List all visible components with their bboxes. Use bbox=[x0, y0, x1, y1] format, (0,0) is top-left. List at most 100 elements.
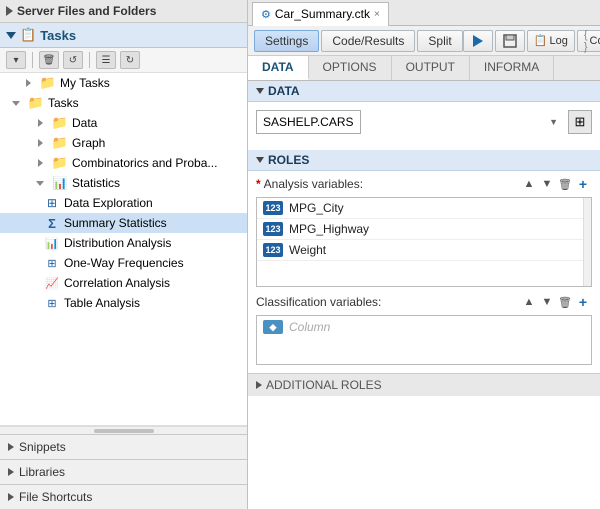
code-btn[interactable]: { } Code bbox=[577, 30, 600, 52]
tasks-folder-icon: 📁 bbox=[28, 95, 44, 111]
tree-comb-label: Combinatorics and Proba... bbox=[72, 156, 217, 170]
data-section: SASHELP.CARS ⊞ bbox=[248, 102, 600, 150]
analysis-move-down-btn[interactable]: ▼ bbox=[538, 175, 556, 193]
content-tabs: DATA OPTIONS OUTPUT INFORMA bbox=[248, 56, 600, 81]
tasks-tree-label: Tasks bbox=[48, 96, 79, 110]
settings-btn[interactable]: Settings bbox=[254, 30, 319, 52]
server-files-expand-icon bbox=[6, 6, 13, 16]
tasks-header[interactable]: 📋 Tasks bbox=[0, 23, 247, 48]
tab-information[interactable]: INFORMA bbox=[470, 56, 554, 80]
class-move-up-btn[interactable]: ▲ bbox=[520, 293, 538, 311]
tree-correlation[interactable]: 📈 Correlation Analysis bbox=[0, 273, 247, 293]
class-delete-btn[interactable]: 🗑 bbox=[556, 293, 574, 311]
libraries-section[interactable]: Libraries bbox=[0, 459, 247, 484]
analysis-add-btn[interactable]: + bbox=[574, 175, 592, 193]
mpg-highway-badge: 123 bbox=[263, 222, 283, 236]
summary-stats-icon: Σ bbox=[44, 215, 60, 231]
analysis-variables-section: * Analysis variables: ▲ ▼ 🗑 + 123 MPG_Ci… bbox=[248, 171, 600, 287]
tab-close-btn[interactable]: × bbox=[374, 9, 380, 20]
dataset-grid-btn[interactable]: ⊞ bbox=[568, 110, 592, 134]
class-placeholder-item: ◆ Column bbox=[257, 316, 591, 338]
classification-var-header: Classification variables: ▲ ▼ 🗑 + bbox=[248, 289, 600, 313]
classification-variable-list: ◆ Column bbox=[256, 315, 592, 365]
weight-badge: 123 bbox=[263, 243, 283, 257]
data-expand-icon bbox=[32, 115, 48, 131]
tree-data[interactable]: 📁 Data bbox=[0, 113, 247, 133]
server-files-header[interactable]: Server Files and Folders bbox=[0, 0, 247, 23]
tasks-label: Tasks bbox=[40, 28, 76, 43]
tab-options[interactable]: OPTIONS bbox=[309, 56, 392, 80]
car-summary-tab[interactable]: ⚙ Car_Summary.ctk × bbox=[252, 2, 389, 26]
toolbar-history-btn[interactable]: ↻ bbox=[120, 51, 140, 69]
tree-statistics[interactable]: 📊 Statistics bbox=[0, 173, 247, 193]
data-folder-icon: 📁 bbox=[52, 115, 68, 131]
roles-section-expand-icon bbox=[256, 157, 264, 163]
libraries-expand-icon bbox=[8, 468, 14, 476]
tasks-expand-icon bbox=[6, 32, 16, 39]
file-shortcuts-section[interactable]: File Shortcuts bbox=[0, 484, 247, 509]
run-icon-btn[interactable] bbox=[463, 30, 493, 52]
tree-combinatorics[interactable]: 📁 Combinatorics and Proba... bbox=[0, 153, 247, 173]
tree-data-exploration[interactable]: ⊞ Data Exploration bbox=[0, 193, 247, 213]
tree-data-exploration-label: Data Exploration bbox=[64, 196, 153, 210]
variable-mpg-highway[interactable]: 123 MPG_Highway bbox=[257, 219, 591, 240]
right-panel: ⚙ Car_Summary.ctk × Settings Code/Result… bbox=[248, 0, 600, 509]
left-panel: Server Files and Folders 📋 Tasks ▾ 🗑 ↺ ☰… bbox=[0, 0, 248, 509]
tree-data-label: Data bbox=[72, 116, 97, 130]
comb-expand-icon bbox=[32, 155, 48, 171]
toolbar-dropdown-btn[interactable]: ▾ bbox=[6, 51, 26, 69]
tree-my-tasks[interactable]: 📁 My Tasks bbox=[0, 73, 247, 93]
tree-distribution-label: Distribution Analysis bbox=[64, 236, 171, 250]
analysis-var-label: Analysis variables: bbox=[264, 177, 363, 191]
variable-mpg-city[interactable]: 123 MPG_City bbox=[257, 198, 591, 219]
variable-weight[interactable]: 123 Weight bbox=[257, 240, 591, 261]
log-btn[interactable]: 📋 Log bbox=[527, 30, 575, 52]
tree-graph[interactable]: 📁 Graph bbox=[0, 133, 247, 153]
classification-var-label: Classification variables: bbox=[256, 295, 381, 309]
file-shortcuts-expand-icon bbox=[8, 493, 14, 501]
weight-name: Weight bbox=[289, 243, 326, 257]
table-analysis-icon: ⊞ bbox=[44, 295, 60, 311]
save-icon-btn[interactable] bbox=[495, 30, 525, 52]
code-results-btn[interactable]: Code/Results bbox=[321, 30, 415, 52]
data-section-header[interactable]: DATA bbox=[248, 81, 600, 102]
dataset-select-wrapper: SASHELP.CARS bbox=[256, 110, 564, 134]
server-files-label: Server Files and Folders bbox=[17, 4, 156, 18]
class-add-btn[interactable]: + bbox=[574, 293, 592, 311]
tab-bar: ⚙ Car_Summary.ctk × bbox=[248, 0, 600, 26]
graph-folder-icon: 📁 bbox=[52, 135, 68, 151]
correlation-icon: 📈 bbox=[44, 275, 60, 291]
one-way-icon: ⊞ bbox=[44, 255, 60, 271]
snippets-section[interactable]: Snippets bbox=[0, 434, 247, 459]
analysis-required-marker: * bbox=[256, 177, 261, 191]
toolbar-refresh-btn[interactable]: ↺ bbox=[63, 51, 83, 69]
roles-section-header[interactable]: ROLES bbox=[248, 150, 600, 171]
my-tasks-label: My Tasks bbox=[60, 76, 110, 90]
tree-tasks[interactable]: 📁 Tasks bbox=[0, 93, 247, 113]
tree-table-analysis[interactable]: ⊞ Table Analysis bbox=[0, 293, 247, 313]
variable-list-scrollbar[interactable] bbox=[583, 198, 591, 286]
my-tasks-folder-icon: 📁 bbox=[40, 75, 56, 91]
dataset-select[interactable]: SASHELP.CARS bbox=[256, 110, 361, 134]
analysis-delete-btn[interactable]: 🗑 bbox=[556, 175, 574, 193]
class-move-down-btn[interactable]: ▼ bbox=[538, 293, 556, 311]
right-btn-group: 📋 Log { } Code bbox=[463, 30, 600, 52]
tree-scroll-bar[interactable] bbox=[0, 426, 247, 434]
tab-output[interactable]: OUTPUT bbox=[392, 56, 470, 80]
tree-summary-statistics[interactable]: Σ Summary Statistics bbox=[0, 213, 247, 233]
comb-folder-icon: 📁 bbox=[52, 155, 68, 171]
split-btn[interactable]: Split bbox=[417, 30, 462, 52]
tree-one-way-freq[interactable]: ⊞ One-Way Frequencies bbox=[0, 253, 247, 273]
toolbar-layout-btn[interactable]: ☰ bbox=[96, 51, 116, 69]
tasks-tree-expand-icon bbox=[8, 95, 24, 111]
toolbar-delete-btn[interactable]: 🗑 bbox=[39, 51, 59, 69]
roles-section-label: ROLES bbox=[268, 153, 309, 167]
analysis-move-up-btn[interactable]: ▲ bbox=[520, 175, 538, 193]
graph-expand-icon bbox=[32, 135, 48, 151]
tab-data[interactable]: DATA bbox=[248, 56, 309, 80]
additional-roles[interactable]: ADDITIONAL ROLES bbox=[248, 373, 600, 396]
tasks-section: 📋 Tasks ▾ 🗑 ↺ ☰ ↻ 📁 My Tasks 📁 Tasks bbox=[0, 23, 247, 434]
toolbar-row: Settings Code/Results Split 📋 Log { } Co… bbox=[248, 26, 600, 56]
tree-distribution-analysis[interactable]: 📊 Distribution Analysis bbox=[0, 233, 247, 253]
class-placeholder-text: Column bbox=[289, 320, 330, 334]
